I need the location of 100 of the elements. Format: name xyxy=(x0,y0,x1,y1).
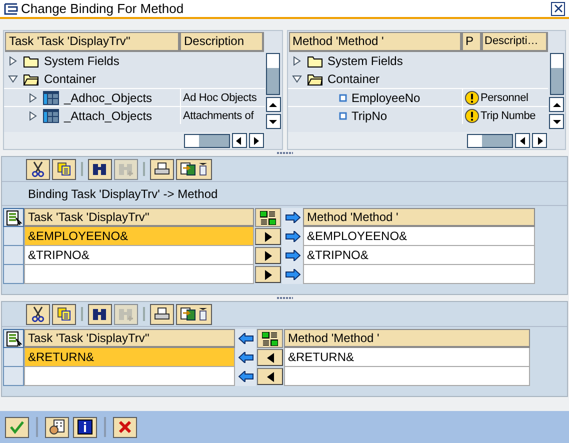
layout-button[interactable] xyxy=(257,329,283,348)
transfer-button[interactable] xyxy=(255,247,281,264)
copy-button[interactable] xyxy=(52,158,76,180)
document-list-button[interactable] xyxy=(45,416,69,438)
binding-caption: Binding Task 'DisplayTrv' -> Method xyxy=(2,182,567,206)
info-button[interactable] xyxy=(73,416,97,438)
table-cell[interactable] xyxy=(24,367,235,386)
table-cell[interactable] xyxy=(303,265,535,284)
horizontal-scrollbar[interactable] xyxy=(184,134,230,148)
tree-node-label[interactable]: System Fields xyxy=(44,54,120,68)
tree-node-label[interactable]: TripNo xyxy=(352,108,388,122)
column-header[interactable]: Method 'Method ' xyxy=(284,329,530,348)
scroll-up-button[interactable] xyxy=(549,97,564,112)
open-folder-icon xyxy=(23,72,39,86)
up-triangle-icon xyxy=(552,102,560,108)
layout-button[interactable] xyxy=(255,208,281,227)
table-icon xyxy=(43,90,59,104)
column-header[interactable]: Method 'Method ' xyxy=(288,32,462,52)
table-cell[interactable]: &TRIPNO& xyxy=(303,246,535,265)
horizontal-scrollbar[interactable] xyxy=(467,134,513,148)
right-triangle-icon xyxy=(253,136,259,144)
down-triangle-icon xyxy=(269,118,277,124)
cut-button[interactable] xyxy=(26,304,50,324)
scroll-up-button[interactable] xyxy=(266,97,280,112)
column-header[interactable]: Description xyxy=(180,32,264,52)
expand-triangle-icon[interactable] xyxy=(28,110,38,120)
select-all-button[interactable] xyxy=(3,208,24,227)
list-pointer-icon xyxy=(6,210,22,226)
copy-icon xyxy=(57,307,71,321)
column-header[interactable]: Task 'Task 'DisplayTrv'' xyxy=(5,32,180,52)
expand-triangle-icon[interactable] xyxy=(292,56,302,66)
printer-button[interactable] xyxy=(150,158,174,180)
layout-icon xyxy=(262,332,278,346)
table-cell[interactable]: &EMPLOYEENO& xyxy=(303,227,535,246)
expand-triangle-icon[interactable] xyxy=(8,56,18,66)
info-icon xyxy=(77,419,93,435)
description-text: Trip Numbe xyxy=(480,110,536,122)
table-cell[interactable] xyxy=(284,367,530,386)
tree-node-label[interactable]: EmployeeNo xyxy=(352,90,420,104)
square-bullet-icon xyxy=(338,112,346,120)
column-header[interactable]: P xyxy=(462,32,482,52)
folder-icon xyxy=(306,54,322,68)
square-bullet-icon xyxy=(338,94,346,102)
transfer-button[interactable] xyxy=(255,266,281,283)
list-pointer-icon xyxy=(6,330,22,346)
copy-button[interactable] xyxy=(52,304,76,324)
cancel-button[interactable] xyxy=(113,416,137,438)
row-selector[interactable] xyxy=(3,265,24,284)
open-folder-icon xyxy=(306,72,322,86)
transfer-button[interactable] xyxy=(257,368,283,385)
export-menu-button[interactable] xyxy=(176,158,212,180)
row-selector[interactable] xyxy=(3,367,24,386)
checkmark-button[interactable] xyxy=(5,416,29,438)
down-triangle-icon xyxy=(552,118,560,124)
tree-node-label[interactable]: Container xyxy=(328,72,380,86)
column-header[interactable]: Descripti… xyxy=(482,32,548,52)
scroll-down-button[interactable] xyxy=(266,114,280,129)
description-text: Personnel xyxy=(480,92,528,104)
cut-icon xyxy=(31,161,45,177)
cut-button[interactable] xyxy=(26,158,50,180)
column-header[interactable]: Task 'Task 'DisplayTrv'' xyxy=(24,208,254,227)
description-text: Attachments of xyxy=(183,110,254,122)
binoculars-button[interactable] xyxy=(88,304,112,324)
close-button[interactable] xyxy=(551,2,565,16)
scroll-right-button[interactable] xyxy=(248,133,264,148)
tree-node-label[interactable]: _Attach_Objects xyxy=(64,108,152,122)
binoculars-plus-icon xyxy=(118,162,134,176)
up-triangle-icon xyxy=(269,102,277,108)
export-icon xyxy=(180,162,208,176)
row-selector[interactable] xyxy=(3,246,24,265)
collapse-triangle-icon[interactable] xyxy=(8,74,18,84)
collapse-triangle-icon[interactable] xyxy=(292,74,302,84)
tree-node-label[interactable]: System Fields xyxy=(328,54,403,68)
table-cell[interactable]: &EMPLOYEENO& xyxy=(24,227,254,246)
vertical-scrollbar[interactable] xyxy=(266,53,280,95)
column-header[interactable]: Task 'Task 'DisplayTrv'' xyxy=(24,329,235,348)
expand-triangle-icon[interactable] xyxy=(28,92,38,102)
table-cell[interactable]: &RETURN& xyxy=(24,348,235,367)
export-menu-button[interactable] xyxy=(176,304,212,324)
description-text: Ad Hoc Objects xyxy=(183,92,257,104)
scroll-left-button[interactable] xyxy=(515,133,530,148)
transfer-button[interactable] xyxy=(257,349,283,366)
scroll-down-button[interactable] xyxy=(549,114,564,129)
column-header[interactable]: Method 'Method ' xyxy=(303,208,535,227)
left-arrow-icon xyxy=(238,371,254,382)
table-cell[interactable]: &RETURN& xyxy=(284,348,530,367)
scroll-left-button[interactable] xyxy=(232,133,246,148)
transfer-button[interactable] xyxy=(255,228,281,245)
copy-icon xyxy=(57,162,71,176)
tree-node-label[interactable]: Container xyxy=(44,72,96,86)
splitter-handle[interactable] xyxy=(276,297,292,299)
binoculars-button[interactable] xyxy=(88,158,112,180)
table-cell[interactable] xyxy=(24,265,254,284)
tree-node-label[interactable]: _Adhoc_Objects xyxy=(64,90,152,104)
scroll-right-button[interactable] xyxy=(532,133,547,148)
table-cell[interactable]: &TRIPNO& xyxy=(24,246,254,265)
vertical-scrollbar[interactable] xyxy=(550,53,564,95)
select-all-button[interactable] xyxy=(3,329,24,348)
splitter-handle[interactable] xyxy=(276,152,292,154)
printer-button[interactable] xyxy=(150,304,174,324)
